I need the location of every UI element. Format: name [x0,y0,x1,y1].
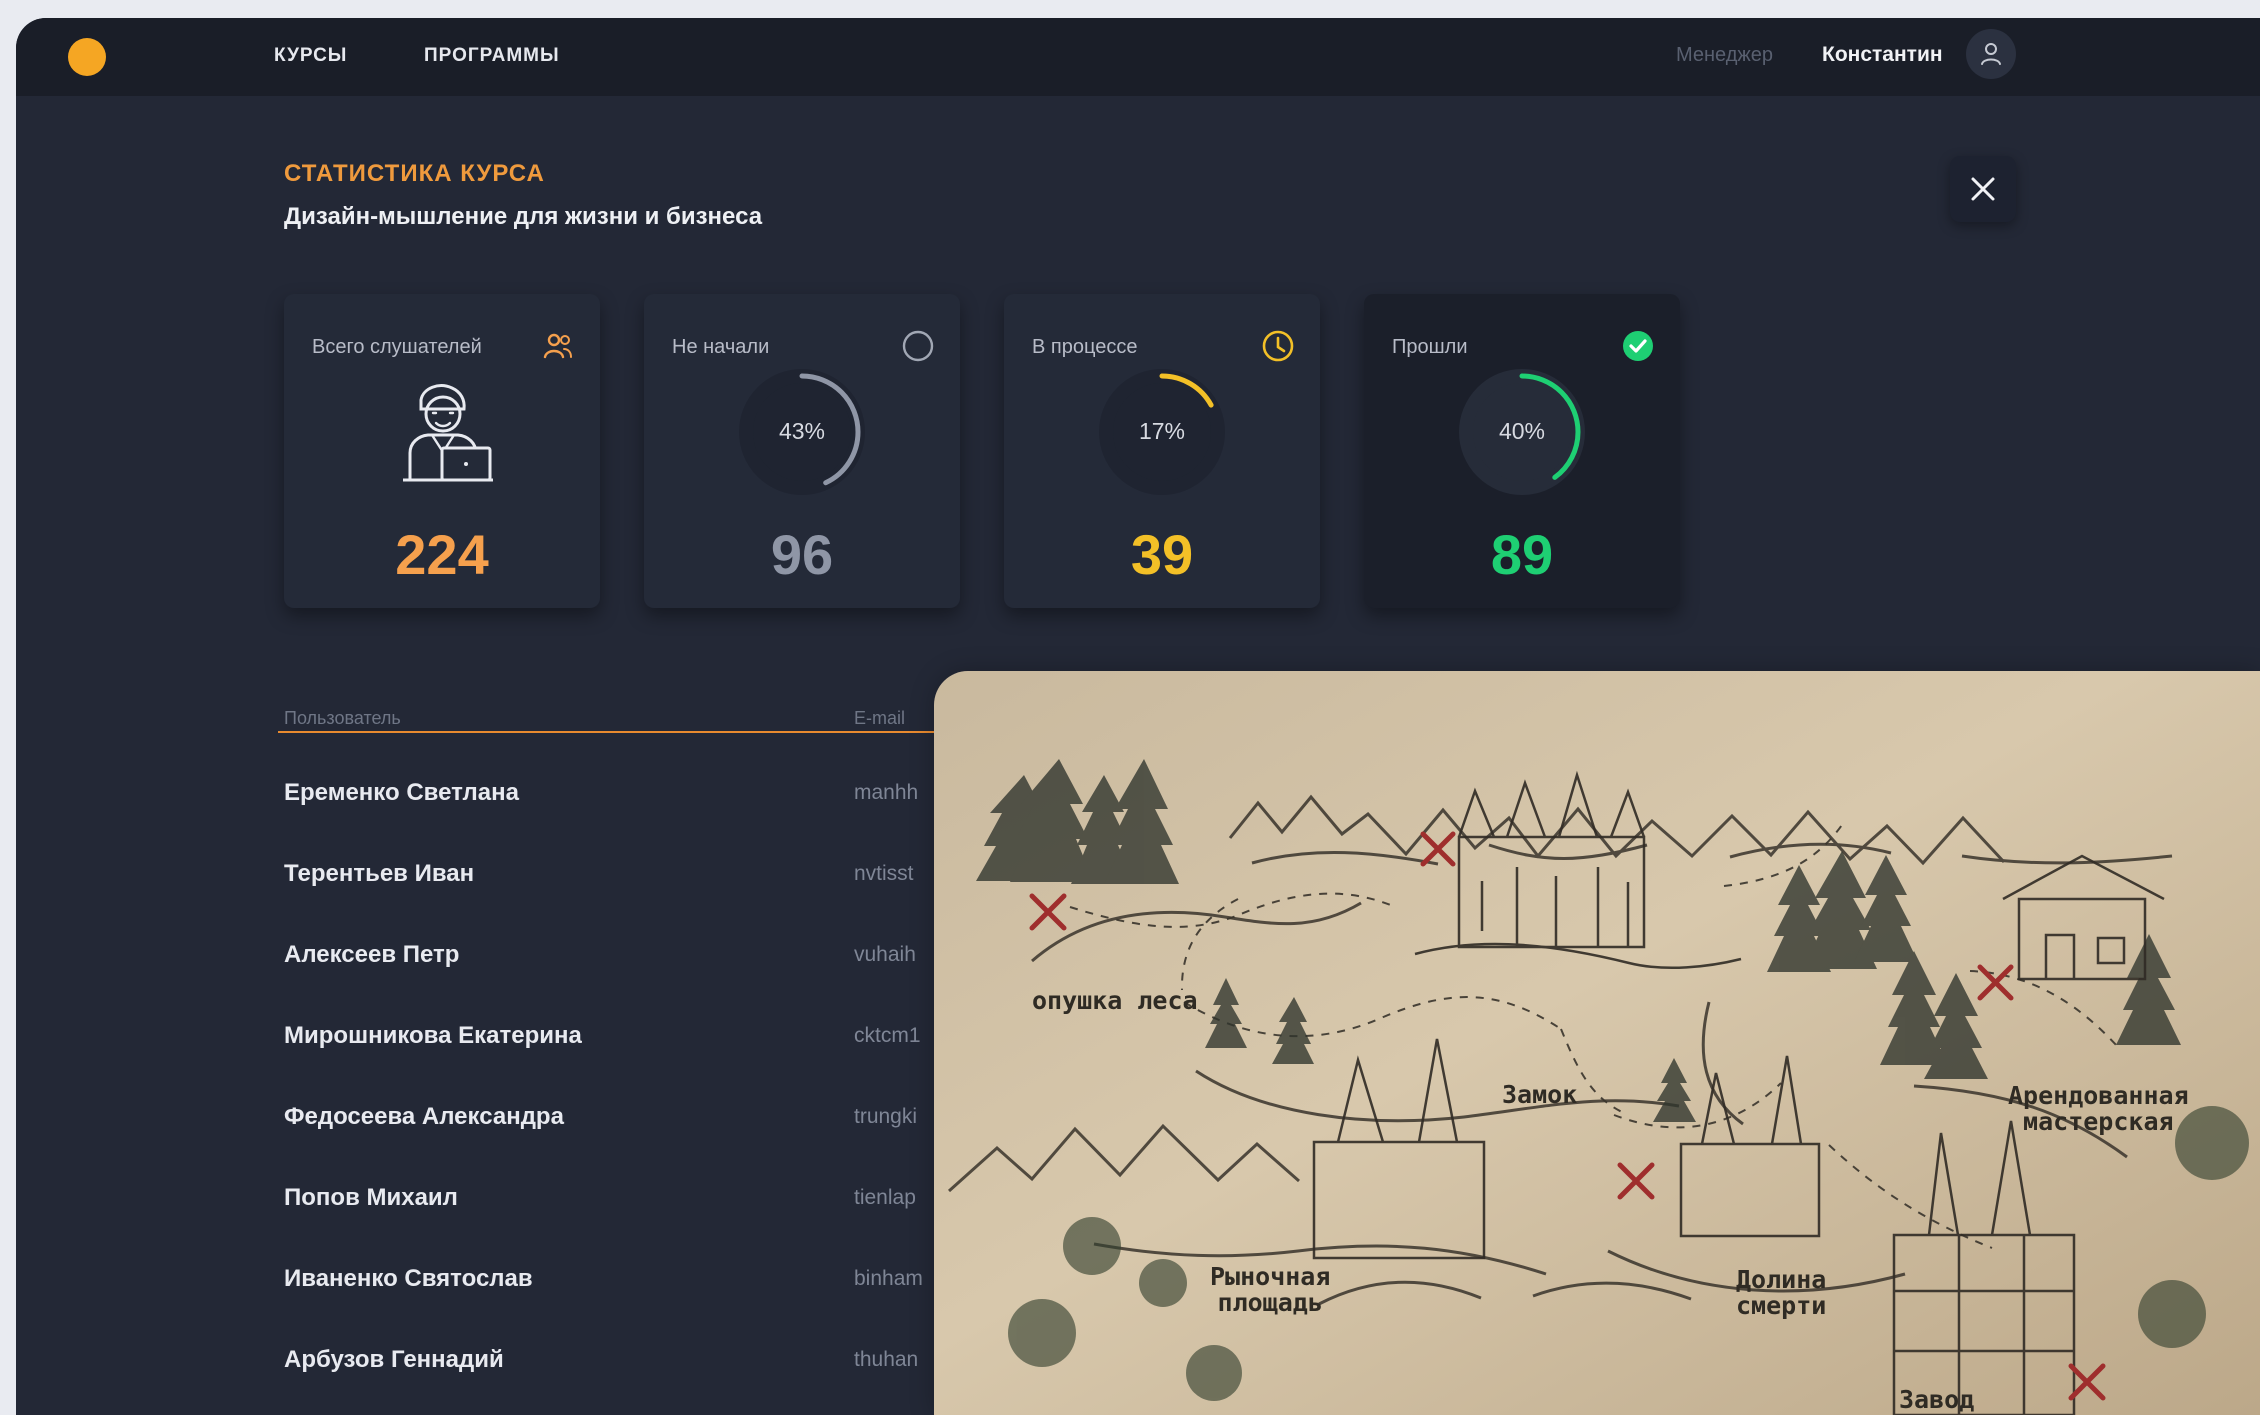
total-listeners-card: Всего слушателей 224 [284,294,600,608]
in-progress-percent: 17% [1138,418,1186,444]
map-label-castle: Замок [1502,1080,1578,1109]
table-row[interactable]: Терентьев Иван nvtisst [278,846,948,900]
table-header-email[interactable]: E-mail [854,708,905,729]
map-label-death-valley: Долина смерти [1736,1265,1827,1321]
logo-icon[interactable] [68,38,106,76]
table-header-divider [278,731,948,733]
email-cell: vuhaih [854,943,916,966]
user-icon [1981,43,2001,65]
user-name-cell: Алексеев Петр [284,941,460,968]
map-image: опушка леса Замок Арендованная мастерска… [934,671,2260,1415]
check-circle-icon [1623,331,1653,361]
in-progress-card: В процессе 17% 39 [1004,294,1320,608]
nav-courses[interactable]: КУРСЫ [274,45,347,67]
people-icon [543,333,572,359]
table-row[interactable]: Попов Михаил tienlap [278,1170,948,1224]
completed-card: Прошли 40% 89 [1364,294,1680,608]
card-label-not-started: Не начали [672,336,770,358]
email-cell: manhh [854,781,919,804]
close-button[interactable] [1950,156,2016,222]
map-label-factory: Завод [1899,1385,1975,1414]
completed-percent: 40% [1498,418,1546,444]
map-label-forest-edge: опушка леса [1032,986,1198,1015]
table-row[interactable]: Иваненко Святослав binham [278,1251,948,1305]
empty-circle-icon [902,330,934,362]
email-cell: tienlap [854,1186,916,1209]
card-label-total: Всего слушателей [312,336,482,358]
map-label-market-square: Рыночная площадь [1210,1262,1331,1318]
not-started-percent: 43% [778,418,826,444]
avatar[interactable] [1966,29,2016,79]
total-listeners-value: 224 [395,523,489,586]
course-title: Дизайн-мышление для жизни и бизнеса [284,203,763,230]
not-started-value: 96 [770,523,834,586]
clock-icon [1262,330,1294,362]
email-cell: binham [854,1267,923,1290]
nav-programs[interactable]: ПРОГРАММЫ [424,45,560,67]
user-name-cell: Федосеева Александра [284,1103,564,1130]
table-row[interactable]: Алексеев Петр vuhaih [278,927,948,981]
user-name-cell: Арбузов Геннадий [284,1346,504,1373]
app-window: КУРСЫ ПРОГРАММЫ Менеджер Константин СТАТ… [16,18,2260,1415]
top-navigation-bar: КУРСЫ ПРОГРАММЫ Менеджер Константин [16,18,2260,96]
user-name-cell: Попов Михаил [284,1184,458,1211]
in-progress-value: 39 [1130,523,1194,586]
email-cell: cktcm1 [854,1024,921,1047]
table-header-user[interactable]: Пользователь [284,708,401,729]
table-row[interactable]: Арбузов Геннадий thuhan [278,1332,948,1386]
course-stats-label: СТАТИСТИКА КУРСА [284,160,545,187]
email-cell: thuhan [854,1348,919,1371]
user-name-cell: Иваненко Святослав [284,1265,533,1292]
completed-value: 89 [1490,523,1554,586]
table-row[interactable]: Еременко Светлана manhh [278,765,948,819]
user-name-cell: Мирошникова Екатерина [284,1022,582,1049]
table-row[interactable]: Федосеева Александра trungki [278,1089,948,1143]
user-name-cell: Терентьев Иван [284,860,475,887]
card-label-completed: Прошли [1392,336,1468,358]
user-name[interactable]: Константин [1822,43,1943,67]
close-icon [1971,177,1995,201]
map-illustration [934,671,2260,1415]
map-label-rented-workshop: Арендованная мастерская [2008,1081,2189,1137]
table-row[interactable]: Мирошникова Екатерина cktcm1 [278,1008,948,1062]
user-name-cell: Еременко Светлана [284,779,519,806]
email-cell: trungki [854,1105,918,1128]
card-label-in-progress: В процессе [1032,336,1138,358]
role-label: Менеджер [1676,44,1774,66]
not-started-card: Не начали 43% 96 [644,294,960,608]
email-cell: nvtisst [854,862,914,885]
listener-illustration-icon [403,384,493,482]
